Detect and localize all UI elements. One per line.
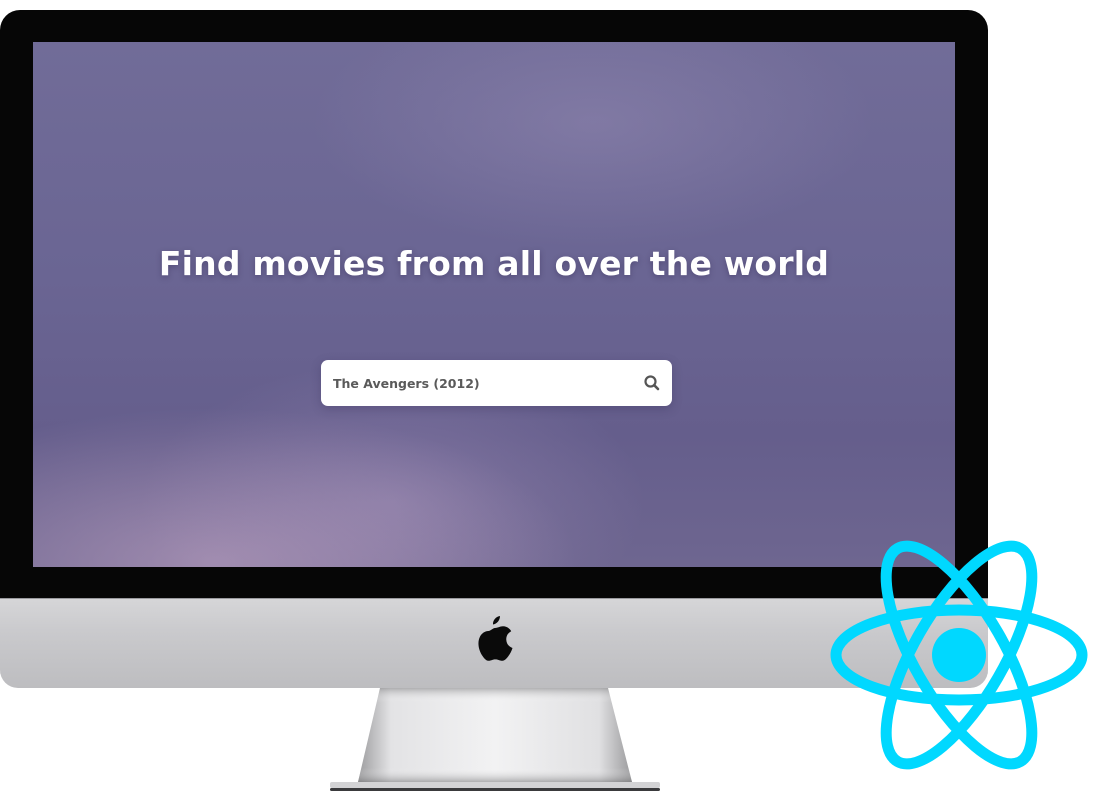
search-box[interactable] (321, 360, 672, 406)
apple-logo-icon (474, 614, 516, 664)
search-input[interactable] (333, 360, 633, 406)
react-logo-icon (828, 536, 1090, 774)
page-title: Find movies from all over the world (158, 244, 830, 283)
monitor-stand (330, 688, 660, 792)
app-screen: Find movies from all over the world (33, 42, 955, 567)
search-icon[interactable] (642, 373, 662, 393)
stage: Find movies from all over the world (0, 0, 1100, 802)
